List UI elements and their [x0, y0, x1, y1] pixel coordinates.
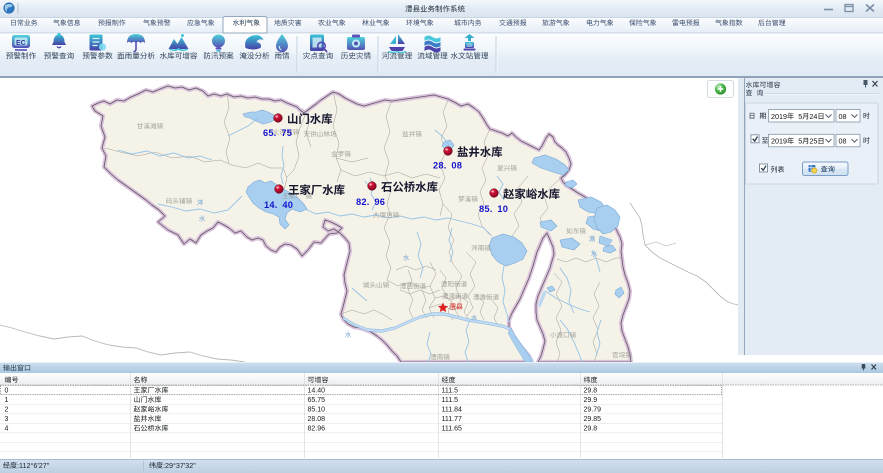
- svg-text:111.77: 111.77: [442, 416, 462, 423]
- svg-text:111.65: 111.65: [442, 426, 462, 433]
- svg-text:82.96: 82.96: [308, 426, 326, 433]
- svg-text:EC: EC: [16, 40, 26, 47]
- svg-text:5: 5: [798, 112, 802, 121]
- svg-text:85.10: 85.10: [308, 407, 326, 414]
- svg-text:2019: 2019: [771, 112, 787, 121]
- svg-text:0: 0: [5, 388, 9, 395]
- svg-text:14.: 14.: [264, 200, 278, 210]
- svg-text:5: 5: [798, 137, 802, 146]
- svg-text:29.85: 29.85: [584, 416, 602, 423]
- svg-text:14.40: 14.40: [308, 388, 326, 395]
- svg-text::29°37'32": :29°37'32": [163, 461, 196, 470]
- svg-text:28.: 28.: [433, 161, 447, 171]
- svg-text:111.5: 111.5: [442, 397, 459, 404]
- svg-text:29.8: 29.8: [584, 388, 598, 395]
- svg-text:96: 96: [374, 197, 385, 207]
- svg-text:4: 4: [5, 426, 9, 433]
- svg-text:24: 24: [809, 112, 817, 121]
- svg-text:25: 25: [809, 137, 817, 146]
- svg-text:65.75: 65.75: [308, 397, 326, 404]
- svg-text:28.08: 28.08: [308, 416, 326, 423]
- svg-text:65.: 65.: [263, 128, 277, 138]
- svg-text:29.79: 29.79: [584, 407, 602, 414]
- svg-text:2019: 2019: [771, 137, 787, 146]
- svg-text:08: 08: [839, 112, 847, 121]
- svg-text:29.8: 29.8: [584, 426, 598, 433]
- svg-text:2: 2: [5, 407, 9, 414]
- svg-text:3: 3: [5, 416, 9, 423]
- svg-text:75: 75: [281, 128, 292, 138]
- svg-text:08: 08: [839, 137, 847, 146]
- svg-text:111.84: 111.84: [442, 407, 462, 414]
- svg-text:1: 1: [5, 397, 9, 404]
- svg-text:85.: 85.: [479, 204, 493, 214]
- svg-text:82.: 82.: [356, 197, 370, 207]
- svg-text::112°6'27": :112°6'27": [17, 461, 50, 470]
- svg-text:10: 10: [497, 204, 508, 214]
- svg-text:08: 08: [451, 161, 462, 171]
- svg-text:111.5: 111.5: [442, 388, 459, 395]
- svg-text:29.9: 29.9: [584, 397, 598, 404]
- svg-text:40: 40: [282, 200, 293, 210]
